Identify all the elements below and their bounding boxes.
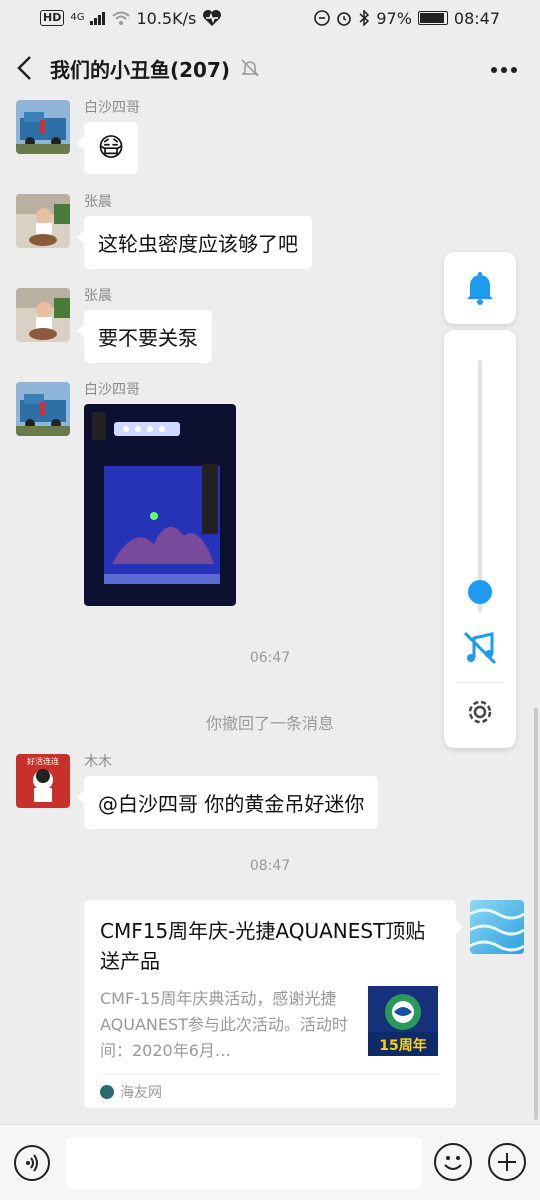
message-bubble[interactable]: 这轮虫密度应该够了吧 xyxy=(77,216,312,269)
timestamp: 08:47 xyxy=(249,858,291,874)
battery-percent: 97% xyxy=(376,8,412,28)
alarm-icon xyxy=(337,12,352,26)
clock: 08:47 xyxy=(453,8,500,28)
my-avatar[interactable] xyxy=(470,900,524,954)
source-logo-icon xyxy=(100,1084,114,1099)
volume-slider[interactable] xyxy=(478,360,482,612)
thumb-caption: 15周年 xyxy=(379,1037,426,1054)
bluetooth-icon xyxy=(359,10,370,26)
sender-name: 白沙四哥 xyxy=(84,100,140,116)
bell-off-icon xyxy=(241,59,259,77)
gear-icon[interactable] xyxy=(464,696,496,728)
message-item: 好活连连 木木 @白沙四哥 你的黄金吊好迷你 xyxy=(16,754,379,829)
network-type: 4G xyxy=(70,12,85,23)
dnd-icon xyxy=(314,10,331,26)
avatar-text: 好活连连 xyxy=(27,756,59,766)
float-bell-button[interactable] xyxy=(444,252,516,324)
voice-button[interactable] xyxy=(14,1145,50,1181)
chat-header: 我们的小丑鱼(207) xyxy=(0,36,540,100)
volume-knob[interactable] xyxy=(468,580,492,604)
bell-icon xyxy=(467,272,493,305)
status-left: HD 4G 10.5K/s xyxy=(40,9,222,28)
signal-icon xyxy=(90,12,106,25)
avatar[interactable] xyxy=(16,194,70,248)
message-item: 白沙四哥 xyxy=(16,382,236,606)
wifi-icon xyxy=(112,11,131,25)
input-bar xyxy=(0,1124,540,1200)
message-bubble[interactable]: @白沙四哥 你的黄金吊好迷你 xyxy=(76,776,379,829)
volume-panel xyxy=(444,330,516,748)
message-bubble[interactable]: 要不要关泵 xyxy=(77,310,212,363)
sender-name: 张晨 xyxy=(84,288,112,304)
scrollbar[interactable] xyxy=(534,708,538,1120)
emoji-button[interactable] xyxy=(434,1143,472,1181)
link-card-description: CMF-15周年庆典活动，感谢光捷AQUANEST参与此次活动。活动时间：202… xyxy=(100,989,348,1060)
battery-icon xyxy=(417,11,448,25)
health-heart-icon xyxy=(203,10,222,26)
voice-icon xyxy=(26,1154,38,1172)
network-speed: 10.5K/s xyxy=(136,8,197,28)
link-card-thumbnail: 15周年 xyxy=(368,986,438,1056)
avatar[interactable] xyxy=(16,288,70,342)
message-item: 白沙四哥 😷 xyxy=(16,100,140,174)
link-card-source: 海友网 xyxy=(120,1084,162,1101)
plus-button[interactable] xyxy=(488,1143,526,1181)
smiley-icon xyxy=(444,1156,462,1170)
avatar[interactable] xyxy=(16,382,70,436)
more-dots-icon xyxy=(491,67,517,73)
mask-face-emoji: 😷 xyxy=(97,133,125,163)
status-bar: HD 4G 10.5K/s 97% 08:47 xyxy=(0,0,540,36)
sender-name: 木木 xyxy=(84,754,112,770)
link-card-footer: 海友网 xyxy=(100,1074,440,1108)
avatar[interactable]: 好活连连 xyxy=(16,754,70,808)
music-off-icon[interactable] xyxy=(462,630,498,666)
link-card-title: CMF15周年庆-光捷AQUANEST顶贴送产品 xyxy=(100,919,426,973)
sender-name: 张晨 xyxy=(84,194,112,210)
aquarium-photo[interactable] xyxy=(84,404,236,606)
chevron-left-icon xyxy=(17,56,31,80)
chat-title[interactable]: 我们的小丑鱼(207) xyxy=(50,54,230,83)
divider xyxy=(456,682,504,683)
message-item: 张晨 这轮虫密度应该够了吧 xyxy=(16,194,312,269)
status-right: 97% 08:47 xyxy=(314,9,500,28)
message-bubble[interactable]: 😷 xyxy=(77,122,138,174)
avatar[interactable] xyxy=(16,100,70,154)
more-button[interactable] xyxy=(490,52,518,80)
sender-name: 白沙四哥 xyxy=(84,382,140,398)
plus-icon xyxy=(498,1153,516,1171)
message-item: 张晨 要不要关泵 xyxy=(16,288,212,363)
link-card[interactable]: CMF15周年庆-光捷AQUANEST顶贴送产品 CMF-15周年庆典活动，感谢… xyxy=(84,900,463,1108)
back-button[interactable] xyxy=(0,36,50,100)
hd-badge: HD xyxy=(40,10,65,26)
message-input[interactable] xyxy=(66,1137,422,1189)
